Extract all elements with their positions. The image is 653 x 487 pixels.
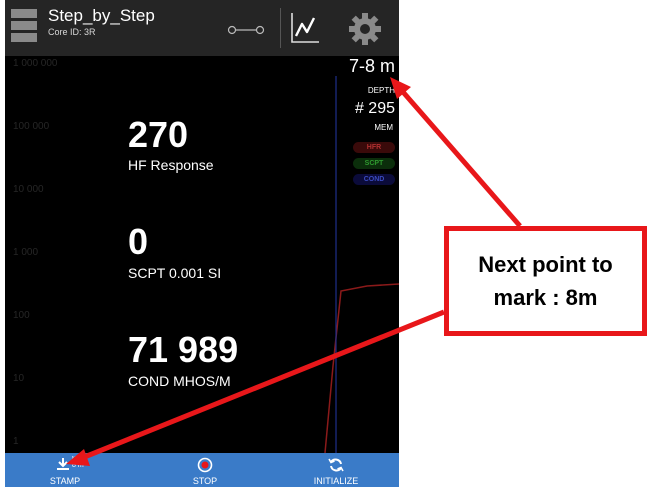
cond-label: COND MHOS/M (128, 373, 231, 389)
hfr-badge[interactable]: HFR (353, 142, 395, 153)
toolbar-separator (280, 8, 281, 48)
hf-response-value: 270 (128, 114, 189, 155)
app-title: Step_by_Step (48, 6, 155, 25)
stop-button[interactable]: STOP (181, 453, 229, 487)
stamp-next-value: 8 m (72, 462, 84, 469)
callout-line-2: mark : 8m (493, 285, 598, 310)
stop-label: STOP (192, 476, 218, 486)
cond-value: 71 989 (128, 329, 239, 370)
graph-icon[interactable] (289, 11, 321, 45)
scpt-value: 0 (128, 221, 149, 262)
refresh-icon (328, 458, 344, 472)
arrow-to-depth (401, 90, 522, 228)
plot-traces (324, 76, 399, 453)
scpt-label: SCPT 0.001 SI (128, 265, 222, 281)
initialize-button[interactable]: INITIALIZE (305, 453, 367, 487)
hf-response-label: HF Response (128, 157, 214, 173)
annotation-callout: Next point to mark : 8m (444, 226, 647, 336)
menu-icon[interactable] (11, 9, 37, 47)
stamp-button[interactable]: NEXT 8 m STAMP (37, 453, 93, 487)
stamp-label: STAMP (49, 476, 81, 486)
top-bar: Step_by_Step Core ID: 3R (5, 0, 399, 56)
mem-label: MEM (374, 123, 393, 132)
cond-badge[interactable]: COND (353, 174, 395, 185)
depth-value: 7-8 m (348, 56, 395, 76)
record-stop-icon (197, 457, 213, 473)
phone-screen: Step_by_Step Core ID: 3R 1 000 000 100 0… (5, 0, 399, 487)
depth-label: DEPTH (367, 86, 395, 95)
scpt-badge[interactable]: SCPT (353, 158, 395, 169)
bottom-action-bar: NEXT 8 m STAMP STOP INITIALIZE (5, 453, 399, 487)
callout-line-1: Next point to (478, 252, 613, 277)
mem-value: # 295 (354, 100, 395, 117)
core-id-label: Core ID: 3R (48, 27, 96, 37)
log-plot-area: 1 000 000 100 000 10 000 1 000 100 10 1 (5, 56, 399, 453)
initialize-label: INITIALIZE (313, 476, 359, 486)
download-icon (57, 458, 69, 470)
key-icon[interactable] (227, 25, 265, 35)
gear-icon[interactable] (347, 11, 383, 47)
